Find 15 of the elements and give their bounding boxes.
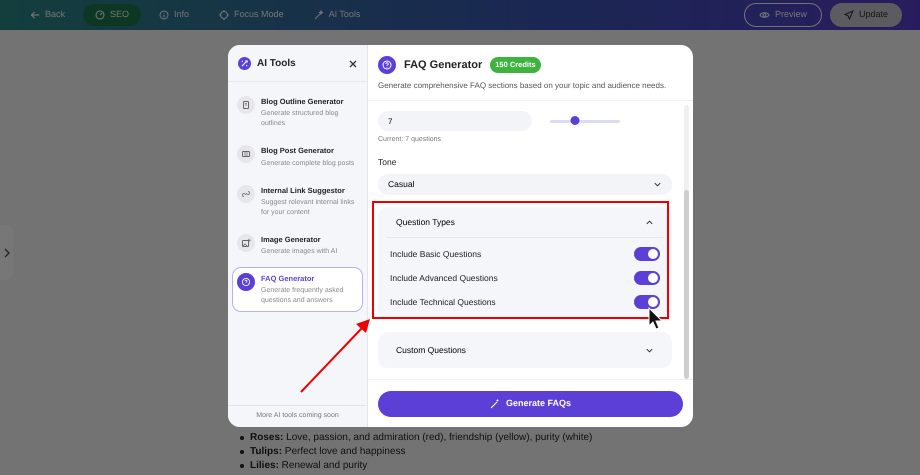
generate-faqs-button[interactable]: Generate FAQs bbox=[378, 390, 683, 416]
panel-title: AI Tools bbox=[257, 56, 296, 70]
list-item: Roses: Love, passion, and admiration (red), friendship (yellow), purity (white) bbox=[250, 431, 592, 445]
tool-description: Generate comprehensive FAQ sections based on your topic and audience needs. bbox=[378, 80, 668, 92]
accordion-header[interactable]: Custom Questions bbox=[378, 332, 672, 368]
option-label: Include Technical Questions bbox=[390, 296, 496, 309]
field-label: Tone bbox=[378, 156, 398, 168]
list-item: Lilies: Renewal and purity bbox=[250, 459, 368, 473]
number-field[interactable]: 7 bbox=[378, 111, 532, 131]
tool-title: FAQ Generator bbox=[404, 58, 482, 73]
list-item: Tulips: Perfect love and happiness bbox=[250, 445, 406, 459]
tone-select[interactable]: Casual bbox=[378, 174, 672, 196]
option-label: Include Advanced Questions bbox=[390, 272, 498, 285]
accordion-header[interactable]: Question Types bbox=[378, 207, 672, 238]
option-label: Include Basic Questions bbox=[390, 248, 482, 261]
